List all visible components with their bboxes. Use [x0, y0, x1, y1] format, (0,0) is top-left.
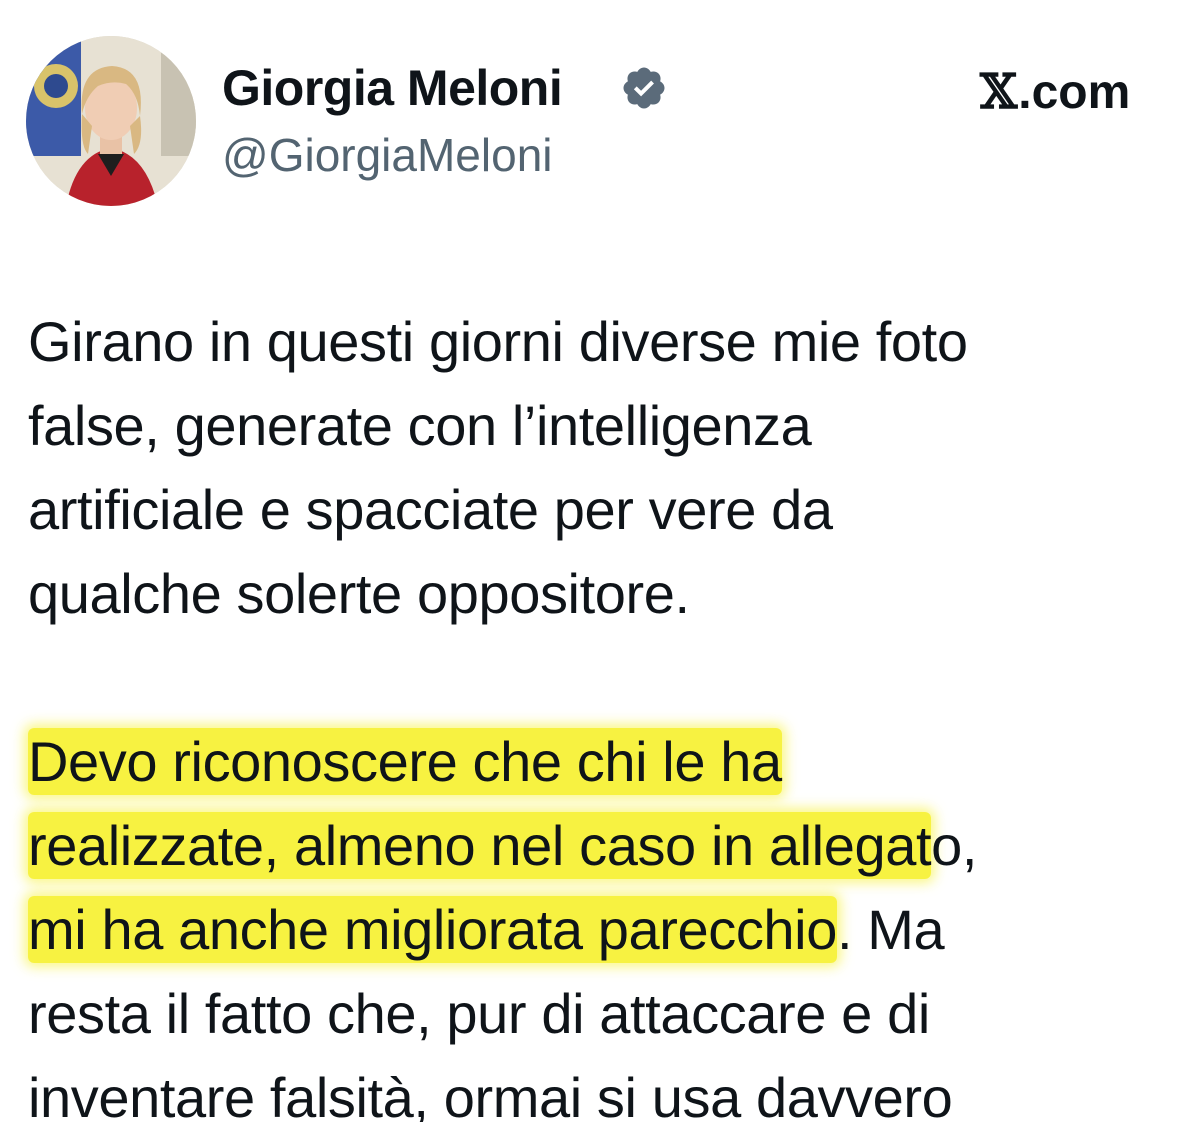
tweet-line: inventare falsità, ormai si usa davvero [28, 1066, 953, 1122]
tweet-text: Girano in questi giorni diverse mie foto… [28, 300, 1148, 1122]
tweet-text-rest: . Ma [836, 898, 945, 961]
highlight-marker: realizzate, almeno nel caso in allegat [28, 812, 932, 879]
verified-badge-icon [623, 67, 665, 109]
x-brand-logo: 𝕏.com [980, 62, 1130, 123]
tweet-text-rest: o, [931, 814, 978, 877]
tweet-line: qualche solerte oppositore. [28, 562, 690, 625]
brand-domain: .com [1018, 66, 1131, 119]
tweet-line: Girano in questi giorni diverse mie foto [28, 310, 968, 373]
x-logo-icon: 𝕏 [980, 64, 1018, 120]
tweet-line: false, generate con l’intelligenza [28, 394, 812, 457]
tweet-line: resta il fatto che, pur di attaccare e d… [28, 982, 930, 1045]
tweet-line: artificiale e spacciate per vere da [28, 478, 833, 541]
avatar-photo [26, 36, 196, 206]
tweet-line-highlighted: mi ha anche migliorata parecchio. Ma [28, 888, 1148, 972]
highlight-marker: Devo riconoscere che chi le ha [28, 728, 782, 795]
avatar[interactable] [26, 36, 196, 206]
highlight-marker: mi ha anche migliorata parecchio [28, 896, 837, 963]
tweet-line-highlighted: realizzate, almeno nel caso in allegato, [28, 804, 1148, 888]
user-handle[interactable]: @GiorgiaMeloni [222, 125, 553, 185]
tweet-line-highlighted: Devo riconoscere che chi le ha [28, 720, 1148, 804]
display-name[interactable]: Giorgia Meloni [222, 56, 563, 120]
